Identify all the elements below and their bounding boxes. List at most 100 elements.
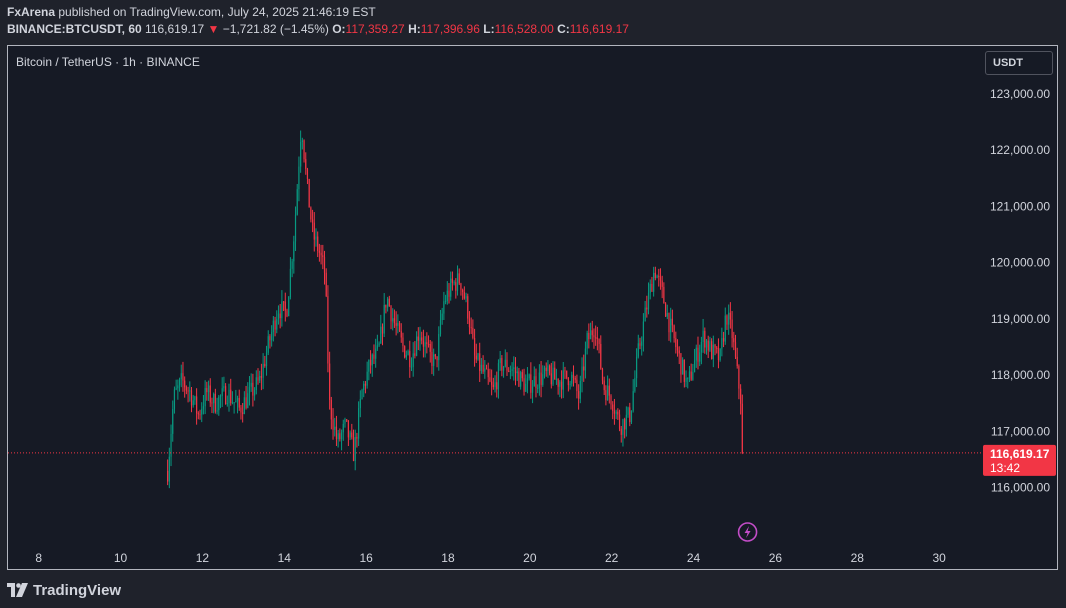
tradingview-logo-icon bbox=[7, 583, 28, 597]
candle-body bbox=[398, 323, 401, 332]
candle-body bbox=[422, 340, 425, 347]
candle-body bbox=[634, 378, 636, 392]
candle-body bbox=[260, 375, 263, 378]
candle-body bbox=[695, 347, 697, 361]
candle-body bbox=[247, 393, 249, 408]
candle-body bbox=[177, 385, 179, 389]
candle-body bbox=[381, 326, 384, 334]
candle-body bbox=[189, 390, 191, 392]
candle-body bbox=[724, 315, 726, 342]
candle-body bbox=[641, 341, 643, 346]
candle-body bbox=[448, 290, 450, 297]
candle-body bbox=[685, 378, 687, 382]
candle-body bbox=[668, 313, 670, 333]
candle-body bbox=[388, 298, 390, 307]
currency-button[interactable]: USDT bbox=[985, 51, 1053, 75]
candle-body bbox=[675, 338, 677, 348]
candle-body bbox=[213, 393, 215, 404]
candle-body bbox=[206, 388, 208, 393]
open-label: O: bbox=[332, 22, 346, 36]
candle-body bbox=[601, 368, 604, 381]
candle-body bbox=[581, 366, 583, 381]
last-price-label: 116,619.17 bbox=[990, 447, 1050, 461]
candle-body bbox=[286, 310, 288, 317]
candle-body bbox=[225, 386, 227, 404]
candle-body bbox=[712, 344, 714, 359]
candle-body bbox=[610, 395, 612, 405]
price-chart[interactable]: 8 10 12 14 16 18 20 22 24 26 28 30 123,000.00 122,000… bbox=[8, 46, 1057, 569]
footer-brand: TradingView bbox=[33, 581, 122, 599]
last-price: 116,619.17 bbox=[145, 22, 205, 36]
symbol-label: BINANCE:BTCUSDT, 60 bbox=[7, 22, 142, 36]
candle-body bbox=[349, 432, 351, 438]
candle-body bbox=[167, 470, 169, 482]
candle-body bbox=[593, 335, 595, 338]
candle-body bbox=[644, 307, 646, 322]
candle-body bbox=[446, 290, 448, 302]
candle-body bbox=[436, 356, 438, 361]
candle-body bbox=[451, 278, 454, 283]
candle-body bbox=[591, 330, 593, 336]
candle-body bbox=[499, 358, 501, 364]
candle-body bbox=[700, 341, 702, 353]
candle-body bbox=[475, 355, 477, 360]
candle-body bbox=[216, 410, 218, 412]
candle-body bbox=[537, 387, 539, 389]
candle-body bbox=[670, 318, 672, 333]
candle-body bbox=[250, 382, 252, 387]
candle-body bbox=[175, 388, 177, 390]
x-tick-label: 8 bbox=[35, 551, 42, 565]
candle-body bbox=[242, 412, 244, 414]
candle-body bbox=[722, 338, 725, 342]
candle-body bbox=[207, 385, 210, 393]
candle-body bbox=[265, 352, 268, 367]
y-tick-label: 121,000.00 bbox=[990, 199, 1050, 213]
candle-body bbox=[501, 358, 503, 371]
candle-body bbox=[523, 378, 525, 392]
candle-body bbox=[521, 372, 523, 379]
candle-body bbox=[178, 379, 181, 386]
candle-body bbox=[339, 433, 341, 440]
candle-body bbox=[180, 373, 182, 380]
candle-body bbox=[659, 276, 662, 281]
candle-body bbox=[277, 313, 280, 320]
candle-body bbox=[728, 312, 730, 325]
candle-body bbox=[332, 419, 334, 430]
candle-body bbox=[726, 315, 728, 325]
x-tick-label: 18 bbox=[441, 551, 455, 565]
candle-body bbox=[579, 380, 581, 399]
low-label: L: bbox=[483, 22, 495, 36]
candle-body bbox=[559, 381, 561, 387]
candle-body bbox=[397, 323, 399, 326]
candle-body bbox=[595, 337, 597, 339]
candle-body bbox=[235, 401, 237, 403]
candle-body bbox=[172, 408, 174, 434]
candle-body bbox=[492, 384, 494, 388]
candle-body bbox=[219, 396, 222, 398]
candle-body bbox=[714, 344, 716, 348]
candle-body bbox=[598, 338, 600, 344]
candle-body bbox=[223, 386, 225, 389]
candle-body bbox=[578, 391, 580, 399]
candle-body bbox=[402, 337, 404, 347]
candle-body bbox=[301, 140, 303, 142]
candle-body bbox=[583, 366, 585, 371]
candle-body bbox=[356, 436, 358, 439]
candle-body bbox=[560, 381, 563, 390]
candle-body bbox=[477, 353, 479, 360]
candle-body bbox=[538, 372, 540, 388]
candle-body bbox=[574, 378, 576, 380]
candle-body bbox=[535, 376, 537, 389]
candle-body bbox=[351, 432, 353, 438]
candle-body bbox=[506, 359, 508, 371]
candle-body bbox=[584, 348, 587, 371]
candle-body bbox=[617, 411, 619, 415]
candle-body bbox=[736, 356, 738, 367]
candle-body bbox=[533, 376, 535, 387]
candle-body bbox=[571, 374, 573, 384]
chart-pane[interactable]: 8 10 12 14 16 18 20 22 24 26 28 30 123,000.00 122,000… bbox=[7, 45, 1058, 570]
candle-body bbox=[318, 250, 320, 253]
y-tick-label: 118,000.00 bbox=[991, 368, 1050, 382]
candle-body bbox=[182, 373, 184, 381]
candle-body bbox=[562, 370, 564, 390]
